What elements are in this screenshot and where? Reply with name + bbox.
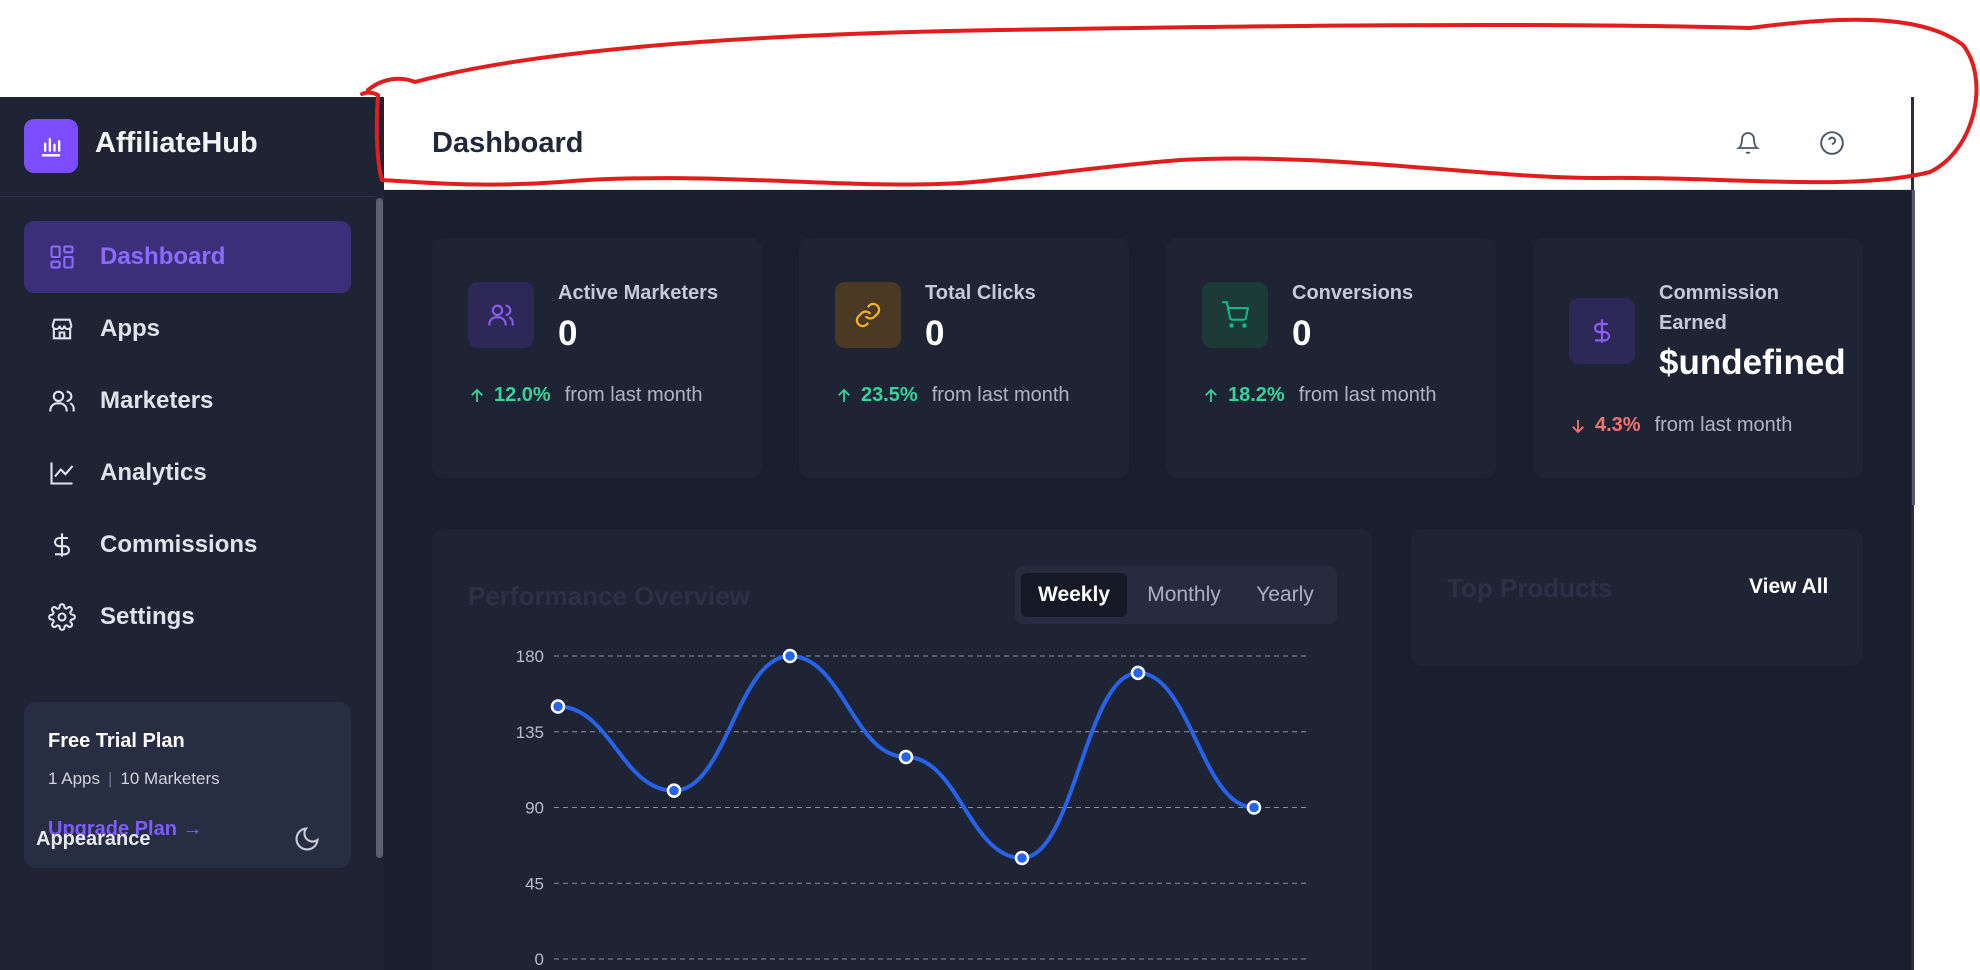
y-tick-label: 180 <box>516 647 544 666</box>
stat-trend-percent: 18.2% <box>1228 384 1285 406</box>
plan-marketers: 10 Marketers <box>120 769 220 788</box>
logo-icon[interactable] <box>24 119 78 173</box>
stat-trend-suffix: from last month <box>1298 384 1437 406</box>
plan-apps: 1 Apps <box>48 769 100 788</box>
stat-trend-percent: 23.5% <box>861 384 918 406</box>
data-point[interactable] <box>782 648 798 664</box>
stat-value: $undefined <box>1659 343 1846 382</box>
arrow-down-icon <box>1572 419 1584 433</box>
link-icon <box>835 282 901 348</box>
page-title: Dashboard <box>432 127 584 159</box>
stat-card-total-clicks: Total Clicks 0 23.5% from last month <box>799 238 1129 478</box>
stat-card-conversions: Conversions 0 18.2% from last month <box>1166 238 1496 478</box>
appearance-label: Appearance <box>36 828 151 850</box>
main-content: Active Marketers 0 12.0% from last month… <box>384 190 1911 970</box>
view-all-link[interactable]: View All <box>1749 575 1828 599</box>
gear-icon <box>46 601 78 633</box>
grid-icon <box>46 241 78 273</box>
data-point[interactable] <box>666 783 682 798</box>
dollar-icon <box>46 529 78 561</box>
stat-card-active-marketers: Active Marketers 0 12.0% from last month <box>432 238 762 478</box>
users-icon <box>46 385 78 417</box>
stat-trend-percent: 4.3% <box>1595 414 1641 436</box>
data-point[interactable] <box>898 749 914 765</box>
stat-label: Active Marketers <box>558 282 719 304</box>
bell-icon[interactable] <box>1731 126 1765 160</box>
store-icon <box>46 313 78 345</box>
data-point[interactable] <box>1014 850 1030 866</box>
page-scrollbar[interactable] <box>1912 190 1915 505</box>
data-point[interactable] <box>550 699 566 714</box>
y-tick-label: 0 <box>535 950 544 969</box>
stat-trend-percent: 12.0% <box>494 384 551 406</box>
stat-trend: 18.2% from last month <box>1202 384 1437 407</box>
arrow-up-icon <box>1205 388 1217 402</box>
y-tick-label: 135 <box>516 723 544 742</box>
sidebar-item-label: Apps <box>100 315 160 342</box>
brand-header: AffiliateHub <box>0 97 384 197</box>
plan-separator: | <box>108 769 113 788</box>
help-icon[interactable] <box>1815 126 1849 160</box>
arrow-up-icon <box>838 388 850 402</box>
plan-title: Free Trial Plan <box>48 730 185 752</box>
stat-card-commission-earned: Commission Earned $undefined 4.3% from l… <box>1533 238 1863 478</box>
line-chart-icon <box>46 457 78 489</box>
top-products-title: Top Products <box>1447 573 1613 603</box>
top-header: Dashboard <box>384 97 1913 190</box>
brand-name[interactable]: AffiliateHub <box>95 127 258 160</box>
performance-card: Performance Overview Weekly Monthly Year… <box>432 529 1372 970</box>
stat-trend: 4.3% from last month <box>1569 414 1792 437</box>
y-tick-label: 90 <box>525 799 544 818</box>
users-icon <box>468 282 534 348</box>
sidebar-scrollbar[interactable] <box>376 198 383 858</box>
moon-icon[interactable] <box>293 825 321 853</box>
sidebar-item-label: Commissions <box>100 531 258 558</box>
stat-value: 0 <box>558 314 578 353</box>
sidebar-item-dashboard[interactable]: Dashboard <box>24 221 351 293</box>
stat-trend: 23.5% from last month <box>835 384 1070 407</box>
data-point[interactable] <box>1130 665 1146 681</box>
stat-trend: 12.0% from last month <box>468 384 703 407</box>
cart-icon <box>1202 282 1268 348</box>
stat-value: 0 <box>1292 314 1312 353</box>
stat-trend-suffix: from last month <box>564 384 703 406</box>
sidebar-item-settings[interactable]: Settings <box>24 581 351 653</box>
stat-trend-suffix: from last month <box>1654 414 1793 436</box>
screenshot-stage: AffiliateHub Dashboard Apps Marketers An… <box>0 0 1980 970</box>
sidebar-item-marketers[interactable]: Marketers <box>24 365 351 437</box>
y-tick-label: 45 <box>525 874 544 893</box>
stat-trend-suffix: from last month <box>931 384 1070 406</box>
sidebar-item-label: Marketers <box>100 387 214 414</box>
top-products-card: Top Products View All <box>1411 529 1863 666</box>
stat-label: Total Clicks <box>925 282 1036 304</box>
plan-usage: 1 Apps | 10 Marketers <box>48 769 220 789</box>
stat-label: Commission Earned <box>1659 282 1780 334</box>
sidebar-item-commissions[interactable]: Commissions <box>24 509 351 581</box>
sidebar-item-apps[interactable]: Apps <box>24 293 351 365</box>
sidebar-item-analytics[interactable]: Analytics <box>24 437 351 509</box>
arrow-up-icon <box>471 388 483 402</box>
data-point[interactable] <box>1246 800 1262 815</box>
stat-value: 0 <box>925 314 945 353</box>
stat-label: Conversions <box>1292 282 1414 304</box>
dollar-icon <box>1569 298 1635 364</box>
sidebar-item-label: Settings <box>100 603 195 630</box>
performance-line-chart: 0 45 90 135 180 <box>516 647 1307 969</box>
sidebar-item-label: Dashboard <box>100 243 226 270</box>
sidebar-item-label: Analytics <box>100 459 207 486</box>
sidebar: AffiliateHub Dashboard Apps Marketers An… <box>0 97 384 970</box>
